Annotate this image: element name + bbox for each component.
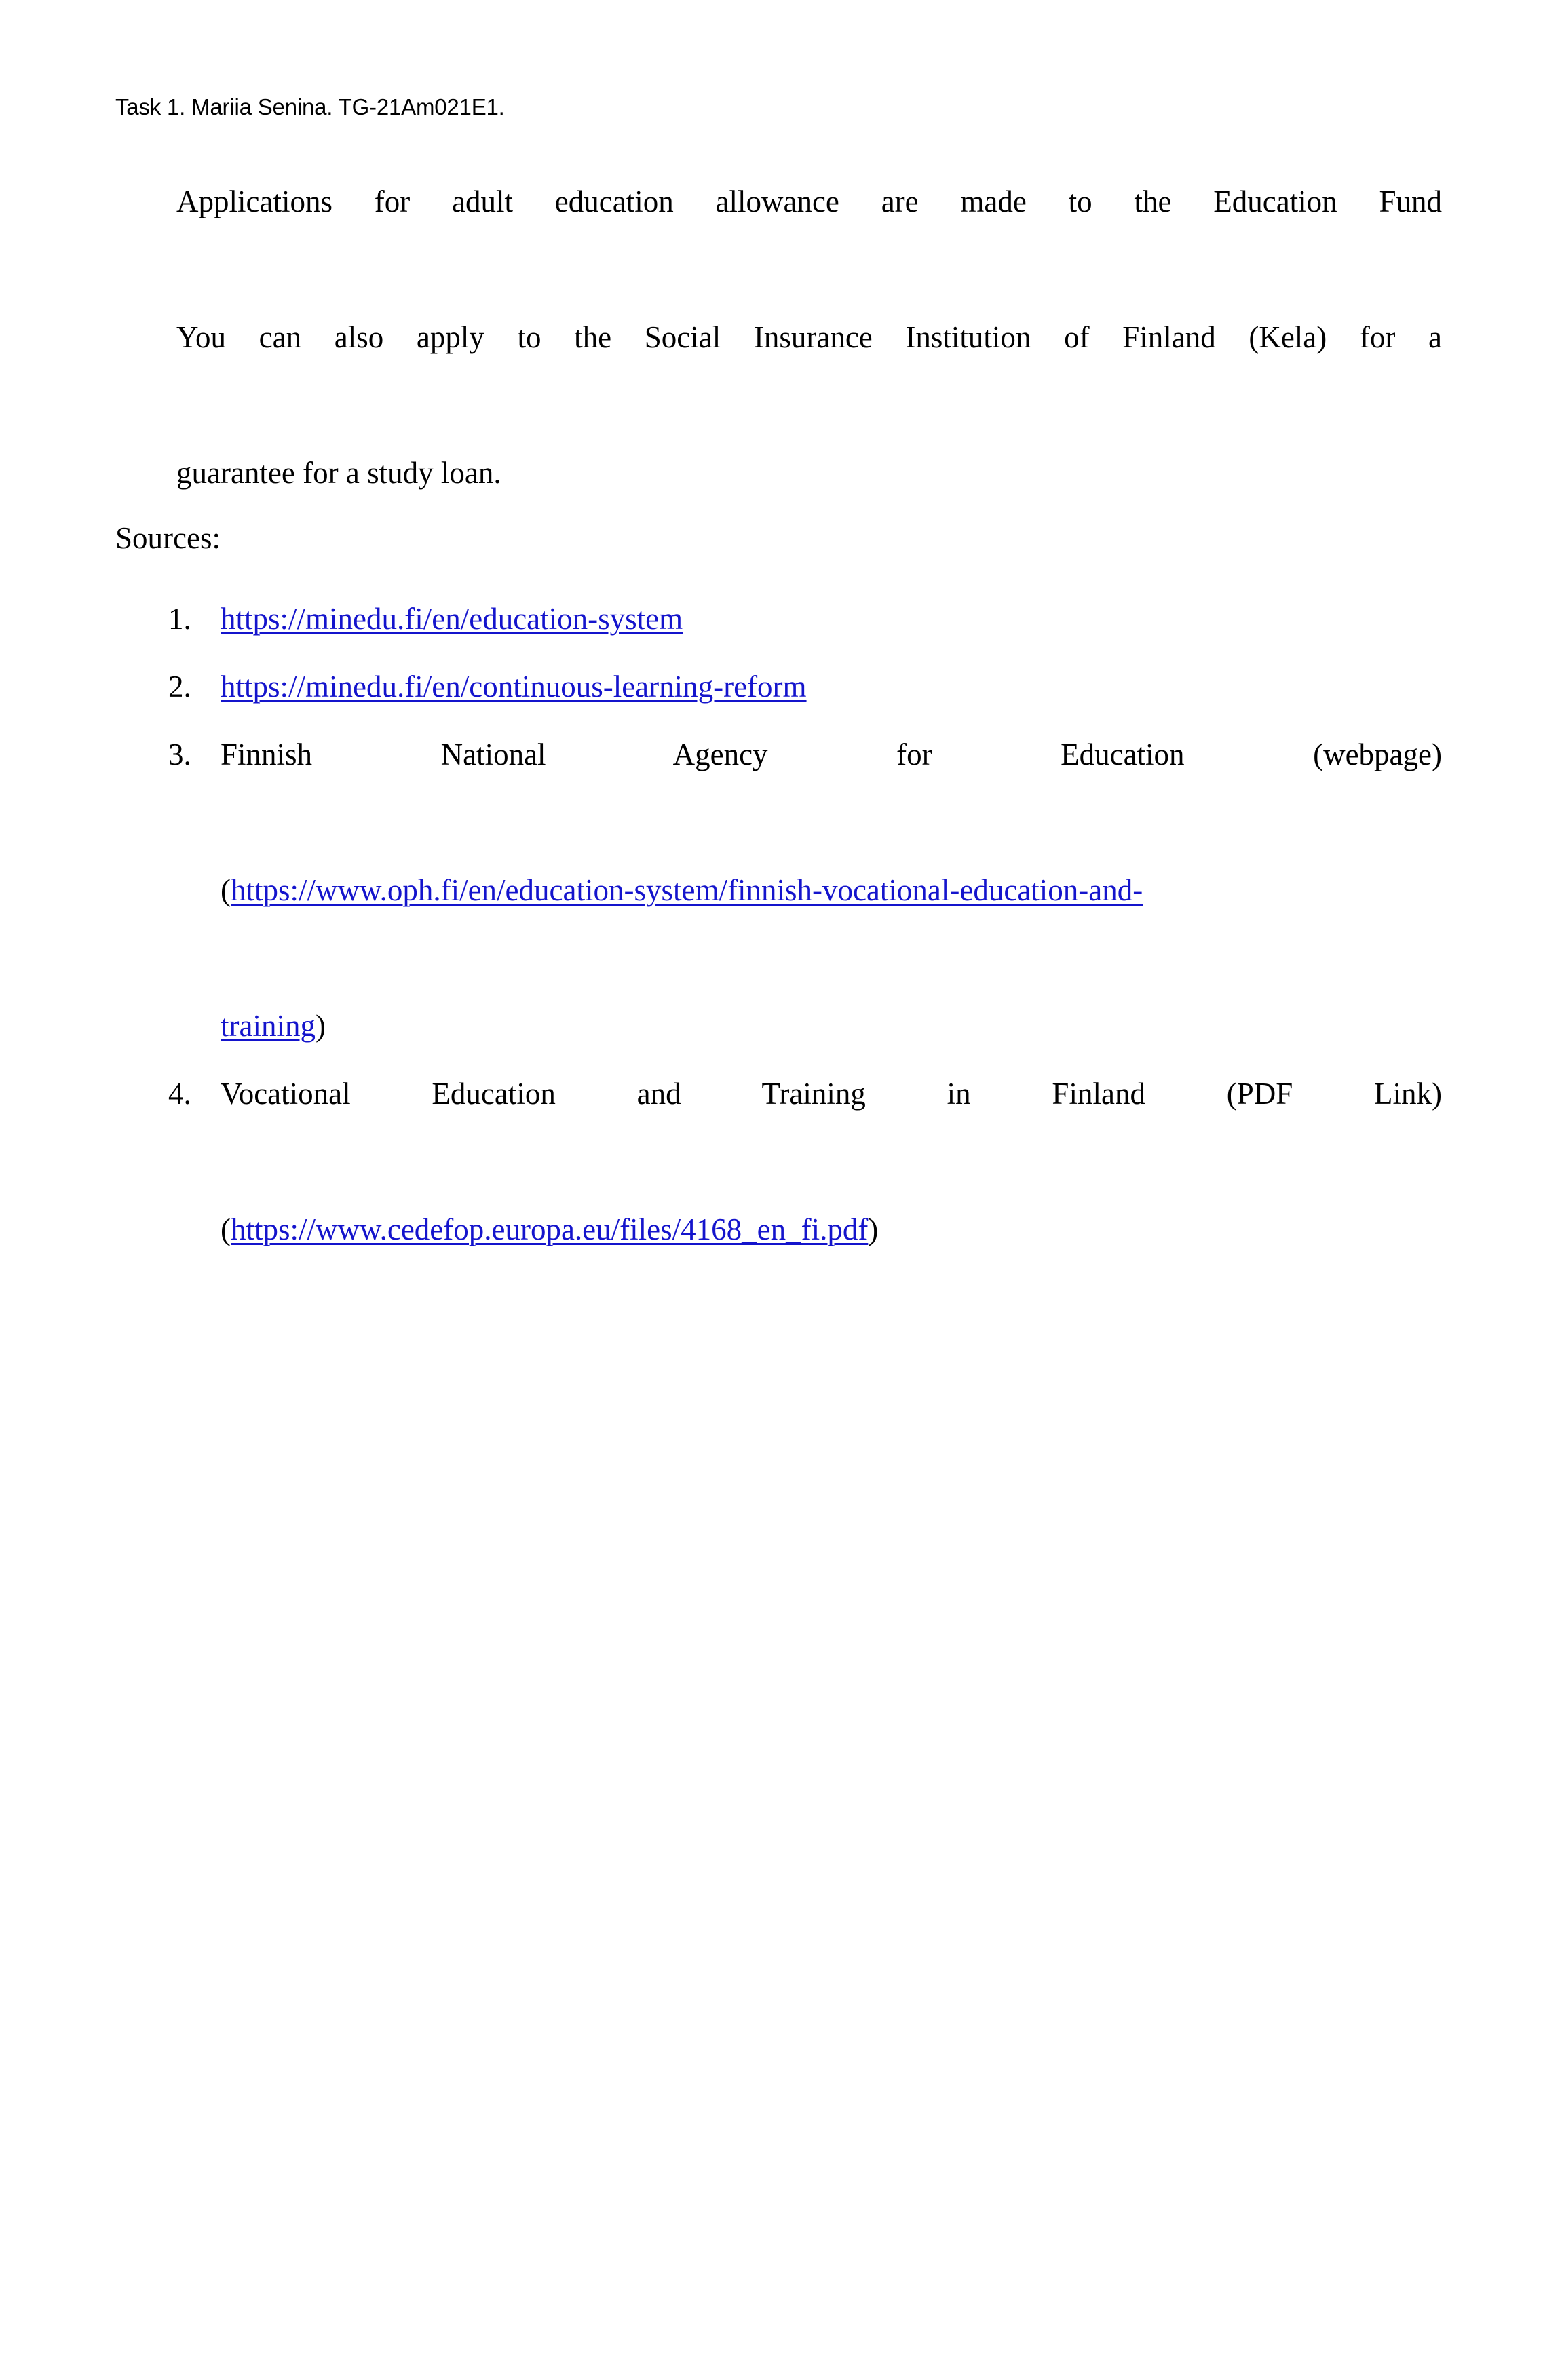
source-link[interactable]: https://minedu.fi/en/education-system [221, 602, 683, 636]
list-item-content: https://minedu.fi/en/education-system [221, 585, 1442, 653]
list-item: 1. https://minedu.fi/en/education-system [115, 585, 1442, 653]
list-item-content: https://minedu.fi/en/continuous-learning… [221, 653, 1442, 721]
source-link-continued[interactable]: training [221, 1009, 316, 1043]
source-link[interactable]: https://www.oph.fi/en/education-system/f… [231, 873, 1143, 907]
body-paragraph-line: You can also apply to the Social Insuran… [176, 320, 1442, 354]
list-item: 3. Finnish National Agency for Education… [115, 721, 1442, 1060]
close-paren: ) [868, 1212, 879, 1246]
list-item-title: Vocational Education and Training in Fin… [221, 1077, 1442, 1111]
list-item-link-line-continued: training) [221, 992, 1442, 1060]
list-item-number: 2. [168, 670, 191, 704]
list-item: 2. https://minedu.fi/en/continuous-learn… [115, 653, 1442, 721]
document-page: Task 1. Mariia Senina. TG-21Am021E1. App… [0, 0, 1562, 2380]
sources-list: 1. https://minedu.fi/en/education-system… [115, 585, 1442, 1263]
open-paren: ( [221, 1212, 231, 1246]
list-item-number: 1. [168, 602, 191, 636]
list-item-number: 3. [168, 737, 191, 771]
list-item-title: Finnish National Agency for Education (w… [221, 737, 1442, 771]
body-paragraph: Applications for adult education allowan… [115, 168, 1442, 507]
list-item-link-line: (https://www.oph.fi/en/education-system/… [221, 856, 1442, 992]
body-paragraph-line: guarantee for a study loan. [176, 456, 501, 490]
list-item: 4. Vocational Education and Training in … [115, 1060, 1442, 1263]
document-running-header: Task 1. Mariia Senina. TG-21Am021E1. [115, 94, 505, 119]
sources-heading: Sources: [115, 521, 221, 555]
source-link[interactable]: https://minedu.fi/en/continuous-learning… [221, 670, 807, 704]
open-paren: ( [221, 873, 231, 907]
list-item-number: 4. [168, 1077, 191, 1111]
body-text-block: Applications for adult education allowan… [115, 168, 1442, 507]
list-item-link-line: (https://www.cedefop.europa.eu/files/416… [221, 1195, 1442, 1263]
source-link[interactable]: https://www.cedefop.europa.eu/files/4168… [231, 1212, 868, 1246]
body-paragraph-line: Applications for adult education allowan… [176, 185, 1442, 218]
close-paren: ) [315, 1009, 326, 1043]
